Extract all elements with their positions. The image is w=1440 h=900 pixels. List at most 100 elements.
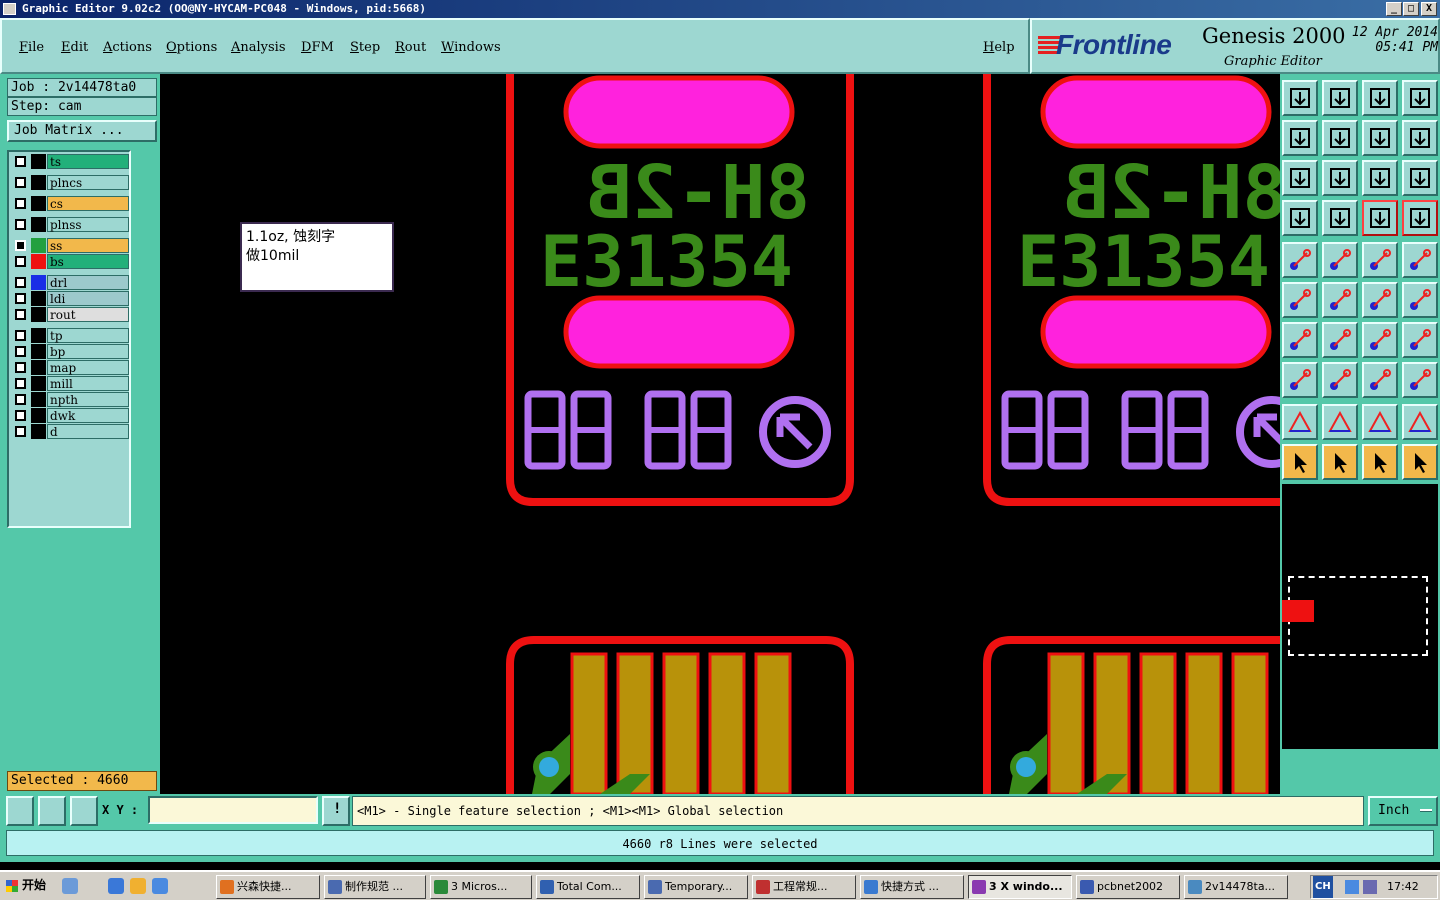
query-button[interactable] xyxy=(1402,160,1438,196)
pan-left-button[interactable] xyxy=(1282,120,1318,156)
layer-checkbox[interactable] xyxy=(15,426,26,437)
zoom-1-1-button[interactable] xyxy=(1362,160,1398,196)
select-net-button[interactable] xyxy=(1402,444,1438,480)
layer-color-swatch[interactable] xyxy=(31,328,46,343)
layer-row-dwk[interactable]: dwk xyxy=(11,408,129,423)
zoom-fit-button[interactable] xyxy=(6,796,34,826)
taskbar-item[interactable]: Total Com... xyxy=(536,875,640,899)
mirror-button[interactable] xyxy=(1402,322,1438,358)
menu-help[interactable]: Help xyxy=(983,40,1015,55)
drc-2-button[interactable] xyxy=(1402,200,1438,236)
menu-rout[interactable]: Rout xyxy=(395,40,426,55)
taskbar-item[interactable]: 2v14478ta... xyxy=(1184,875,1288,899)
menu-step[interactable]: Step xyxy=(350,40,380,55)
layer-checkbox[interactable] xyxy=(15,277,26,288)
grid-button[interactable] xyxy=(1322,200,1358,236)
drc-1-button[interactable] xyxy=(1362,200,1398,236)
tri-3-button[interactable] xyxy=(1362,404,1398,440)
taskbar-item[interactable]: 兴森快捷... xyxy=(216,875,320,899)
layer-row-bp[interactable]: bp xyxy=(11,344,129,359)
layer-checkbox[interactable] xyxy=(15,293,26,304)
menu-edit[interactable]: Edit xyxy=(61,40,88,55)
menu-options[interactable]: Options xyxy=(166,40,217,55)
pan-right-button[interactable] xyxy=(1322,120,1358,156)
delete-button[interactable] xyxy=(1322,282,1358,318)
add-pad-button[interactable] xyxy=(1282,242,1318,278)
fill-button[interactable] xyxy=(1402,242,1438,278)
layer-row-rout[interactable]: rout xyxy=(11,307,129,322)
layer-checkbox[interactable] xyxy=(15,177,26,188)
select-poly-button[interactable] xyxy=(1362,444,1398,480)
ruler-button[interactable] xyxy=(1362,242,1398,278)
snap-button[interactable] xyxy=(1282,200,1318,236)
layer-color-swatch[interactable] xyxy=(31,196,46,211)
layer-row-map[interactable]: map xyxy=(11,360,129,375)
taskbar-item[interactable]: Temporary... xyxy=(644,875,748,899)
copy-button[interactable] xyxy=(1362,282,1398,318)
layer-checkbox[interactable] xyxy=(15,240,26,251)
layer-color-swatch[interactable] xyxy=(31,307,46,322)
tray-icon-app[interactable] xyxy=(1363,880,1377,894)
menu-file[interactable]: File xyxy=(19,40,44,55)
redo-view-button[interactable] xyxy=(1402,120,1438,156)
tri-2-button[interactable] xyxy=(1322,404,1358,440)
layer-checkbox[interactable] xyxy=(15,394,26,405)
start-button[interactable]: 开始 xyxy=(2,875,50,897)
zoom-center-button[interactable] xyxy=(1322,160,1358,196)
quicklaunch-icon[interactable] xyxy=(62,878,78,894)
menu-dfm[interactable]: DFM xyxy=(301,40,334,55)
layer-color-swatch[interactable] xyxy=(31,424,46,439)
layer-color-swatch[interactable] xyxy=(31,392,46,407)
select-arrow-button[interactable] xyxy=(1282,444,1318,480)
move-button[interactable] xyxy=(1282,282,1318,318)
split-button[interactable] xyxy=(1402,282,1438,318)
layer-row-drl[interactable]: drl xyxy=(11,275,129,290)
layer-checkbox[interactable] xyxy=(15,378,26,389)
layer-row-plnss[interactable]: plnss xyxy=(11,217,129,232)
layer-row-ldi[interactable]: ldi xyxy=(11,291,129,306)
layer-up-button[interactable] xyxy=(1282,80,1318,116)
maximize-button[interactable]: □ xyxy=(1403,2,1419,16)
menu-analysis[interactable]: Analysis xyxy=(231,40,286,55)
job-matrix-button[interactable]: Job Matrix ... xyxy=(7,120,157,142)
ie-icon[interactable] xyxy=(108,878,124,894)
layer-color-swatch[interactable] xyxy=(31,291,46,306)
select-box-button[interactable] xyxy=(1322,444,1358,480)
tray-icon-network[interactable] xyxy=(1345,880,1359,894)
taskbar-item[interactable]: 3 X windo... xyxy=(968,875,1072,899)
explorer-icon[interactable] xyxy=(152,878,168,894)
layer-color-swatch[interactable] xyxy=(31,254,46,269)
layer-color-swatch[interactable] xyxy=(31,344,46,359)
layer-row-mill[interactable]: mill xyxy=(11,376,129,391)
layer-row-ss[interactable]: ss xyxy=(11,238,129,253)
layer-row-bs[interactable]: bs xyxy=(11,254,129,269)
tri-1-button[interactable] xyxy=(1282,404,1318,440)
browser-icon[interactable] xyxy=(130,878,146,894)
layer-row-tp[interactable]: tp xyxy=(11,328,129,343)
taskbar-item[interactable]: 3 Micros... xyxy=(430,875,532,899)
arc-button[interactable] xyxy=(1362,322,1398,358)
info-button[interactable]: ! xyxy=(322,796,350,826)
layer-color-swatch[interactable] xyxy=(31,275,46,290)
home-button[interactable] xyxy=(1362,80,1398,116)
layer-color-swatch[interactable] xyxy=(31,376,46,391)
layer-row-cs[interactable]: cs xyxy=(11,196,129,211)
close-button[interactable]: X xyxy=(1421,2,1437,16)
net-button[interactable] xyxy=(1402,362,1438,398)
layer-checkbox[interactable] xyxy=(15,309,26,320)
layer-color-swatch[interactable] xyxy=(31,217,46,232)
taskbar-item[interactable]: 工程常规... xyxy=(752,875,856,899)
layer-row-npth[interactable]: npth xyxy=(11,392,129,407)
layer-row-plncs[interactable]: plncs xyxy=(11,175,129,190)
measure-button[interactable] xyxy=(38,796,66,826)
layer-row-d[interactable]: d xyxy=(11,424,129,439)
measure-dist-button[interactable] xyxy=(1362,362,1398,398)
cut-button[interactable] xyxy=(1322,362,1358,398)
layer-row-ts[interactable]: ts xyxy=(11,154,129,169)
tri-4-button[interactable] xyxy=(1402,404,1438,440)
window-button[interactable] xyxy=(1402,80,1438,116)
draw-angle-button[interactable] xyxy=(1282,322,1318,358)
layer-down-button[interactable] xyxy=(1322,80,1358,116)
layer-color-swatch[interactable] xyxy=(31,408,46,423)
taskbar-item[interactable]: 制作规范 ... xyxy=(324,875,426,899)
